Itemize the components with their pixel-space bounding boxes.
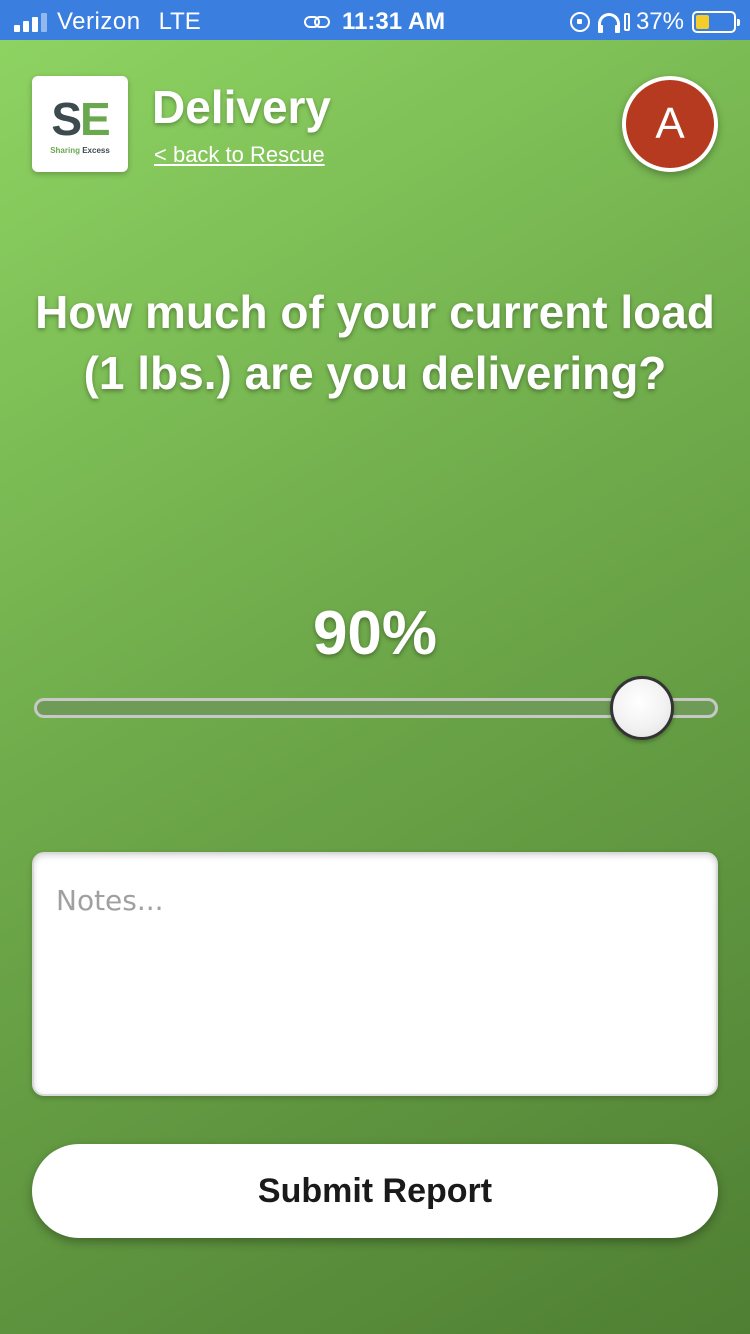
headphones-icon <box>597 13 620 33</box>
headphones-battery-icon <box>623 13 630 31</box>
clock: 11:31 AM <box>342 8 446 35</box>
logo-wordmark: Sharing Excess <box>50 146 110 155</box>
submit-report-button[interactable]: Submit Report <box>32 1144 718 1238</box>
status-left: Verizon LTE <box>14 8 201 36</box>
status-center: 11:31 AM <box>304 8 445 36</box>
network-label: LTE <box>158 8 201 35</box>
battery-percent: 37% <box>635 8 684 35</box>
question-text: How much of your current load (1 lbs.) a… <box>35 286 715 399</box>
status-bar: Verizon LTE 11:31 AM 37% <box>0 0 750 40</box>
back-to-rescue-link[interactable]: < back to Rescue <box>154 142 325 168</box>
battery-icon <box>692 11 740 33</box>
logo-mark: SE <box>51 93 110 145</box>
notes-field[interactable] <box>32 852 718 1096</box>
rotation-lock-icon <box>569 12 590 32</box>
page-title: Delivery <box>152 81 332 133</box>
delivery-slider-thumb[interactable] <box>609 676 674 740</box>
avatar[interactable]: A <box>622 76 718 172</box>
signal-icon <box>14 12 47 32</box>
app-logo: SE Sharing Excess <box>32 76 128 172</box>
status-right: 37% <box>569 8 740 36</box>
link-icon <box>304 14 332 30</box>
carrier-label: Verizon <box>57 8 141 35</box>
percent-value: 90% <box>312 599 438 668</box>
